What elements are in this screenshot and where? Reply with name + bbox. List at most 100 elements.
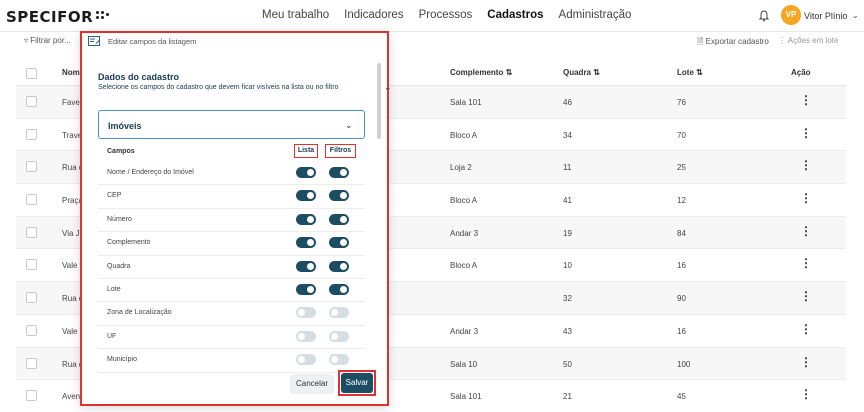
row-actions-icon[interactable]: ⋮ xyxy=(800,127,812,139)
field-label: Zona de Localização xyxy=(107,309,172,317)
bulk-actions-button[interactable]: ⋮ Ações em lote xyxy=(778,36,838,45)
lista-toggle[interactable] xyxy=(296,167,316,178)
row-checkbox[interactable] xyxy=(26,259,37,271)
cell-quadra: 41 xyxy=(563,196,572,206)
row-actions-icon[interactable]: ⋮ xyxy=(800,356,812,368)
cell-lote: 16 xyxy=(677,326,686,336)
cell-quadra: 46 xyxy=(563,98,572,107)
row-actions-icon[interactable]: ⋮ xyxy=(800,257,812,269)
field-row: Complemento xyxy=(98,232,365,256)
filtros-toggle[interactable] xyxy=(329,213,349,225)
cell-quadra: 10 xyxy=(563,261,572,271)
save-button-highlight: Salvar xyxy=(338,370,376,396)
cell-quadra: 43 xyxy=(563,326,572,336)
logo-mark-icon xyxy=(95,11,110,21)
row-actions-icon[interactable]: ⋮ xyxy=(800,323,812,335)
field-row: Quadra xyxy=(98,256,365,279)
edit-fields-modal: Editar campos da listagem Dados do cadas… xyxy=(80,31,392,406)
logo[interactable]: SPECIFOR xyxy=(6,8,110,26)
filtros-toggle[interactable] xyxy=(329,260,349,272)
nav-meu-trabalho[interactable]: Meu trabalho xyxy=(262,9,329,21)
row-checkbox[interactable] xyxy=(26,390,37,402)
filtros-toggle[interactable] xyxy=(329,237,349,249)
filtros-toggle[interactable] xyxy=(329,354,349,366)
toggle-knob xyxy=(331,332,338,340)
row-checkbox[interactable] xyxy=(26,226,37,238)
cancel-button[interactable]: Cancelar xyxy=(290,374,334,394)
filter-button[interactable]: ▿ Filtrar por... xyxy=(24,36,71,45)
cell-complemento: Loja 2 xyxy=(450,163,472,173)
toggle-knob xyxy=(331,356,338,364)
row-checkbox[interactable] xyxy=(26,292,37,304)
toggle-knob xyxy=(298,332,305,340)
col-acao: Ação xyxy=(791,68,811,77)
lista-toggle[interactable] xyxy=(296,213,316,225)
lista-toggle[interactable] xyxy=(296,284,316,295)
row-checkbox[interactable] xyxy=(26,161,37,173)
toggle-knob xyxy=(340,262,347,270)
cell-complemento: Bloco A xyxy=(450,196,478,206)
nav-processos[interactable]: Processos xyxy=(419,9,473,21)
save-button[interactable]: Salvar xyxy=(341,373,373,393)
filtros-toggle[interactable] xyxy=(329,330,349,342)
col-lote[interactable]: Lote ⇅ xyxy=(677,68,703,77)
row-checkbox[interactable] xyxy=(26,324,37,336)
logo-text: SPECIFOR xyxy=(6,8,94,26)
cell-complemento: Sala 101 xyxy=(450,98,482,107)
nav-indicadores[interactable]: Indicadores xyxy=(344,9,403,21)
chevron-down-icon[interactable]: ⌄ xyxy=(384,82,392,93)
cell-lote: 100 xyxy=(677,359,691,369)
row-actions-icon[interactable]: ⋮ xyxy=(800,192,812,204)
cell-complemento: Andar 3 xyxy=(450,228,479,238)
avatar[interactable]: VP xyxy=(781,5,801,25)
cell-quadra: 34 xyxy=(563,130,572,140)
row-actions-icon[interactable]: ⋮ xyxy=(800,225,812,237)
row-checkbox[interactable] xyxy=(26,194,37,206)
export-button[interactable]: 🗎 Exportar cadastro xyxy=(697,36,769,50)
toggle-knob xyxy=(307,192,314,200)
row-actions-icon[interactable]: ⋮ xyxy=(800,290,812,302)
cell-complemento: Bloco A xyxy=(450,261,478,271)
cell-lote: 45 xyxy=(677,392,686,402)
lista-toggle[interactable] xyxy=(296,190,316,202)
row-actions-icon[interactable]: ⋮ xyxy=(800,94,812,106)
modal-scrollbar[interactable] xyxy=(377,63,381,139)
section-title: Dados do cadastro xyxy=(98,72,180,82)
lista-toggle[interactable] xyxy=(296,354,316,366)
registry-select[interactable]: Imóveis ⌄ xyxy=(98,110,365,139)
filtros-toggle[interactable] xyxy=(329,167,349,178)
cell-complemento: Andar 3 xyxy=(450,326,479,336)
filtros-toggle[interactable] xyxy=(329,284,349,295)
chevron-down-icon[interactable]: ⌄ xyxy=(852,11,859,20)
field-label: Lote xyxy=(107,286,121,293)
row-checkbox[interactable] xyxy=(26,96,37,107)
nav-cadastros[interactable]: Cadastros xyxy=(487,9,543,21)
filtros-toggle[interactable] xyxy=(329,307,349,319)
field-label: Nome / Endereço do Imóvel xyxy=(107,169,194,176)
col-filtros: Filtros xyxy=(325,144,356,158)
cell-lote: 25 xyxy=(677,163,686,173)
lista-toggle[interactable] xyxy=(296,237,316,249)
row-checkbox[interactable] xyxy=(26,128,37,140)
field-row: Nome / Endereço do Imóvel xyxy=(98,162,365,186)
row-actions-icon[interactable]: ⋮ xyxy=(800,159,812,171)
col-quadra[interactable]: Quadra ⇅ xyxy=(563,68,600,77)
toggle-knob xyxy=(307,169,314,176)
col-complemento[interactable]: Complemento ⇅ xyxy=(450,68,512,77)
field-label: Município xyxy=(107,356,137,364)
nav-administracao[interactable]: Administração xyxy=(559,9,632,21)
select-all-checkbox[interactable] xyxy=(26,68,37,79)
cell-quadra: 11 xyxy=(563,163,572,173)
lista-toggle[interactable] xyxy=(296,260,316,272)
filtros-toggle[interactable] xyxy=(329,190,349,202)
chevron-down-icon: ⌄ xyxy=(345,120,353,130)
field-row: Número xyxy=(98,209,365,233)
row-checkbox[interactable] xyxy=(26,357,37,369)
toggle-knob xyxy=(307,239,314,247)
bell-icon[interactable] xyxy=(759,10,769,22)
lista-toggle[interactable] xyxy=(296,307,316,319)
user-name[interactable]: Vitor Plínio xyxy=(804,11,847,21)
row-actions-icon[interactable]: ⋮ xyxy=(800,388,812,400)
toggle-knob xyxy=(307,215,314,223)
lista-toggle[interactable] xyxy=(296,330,316,342)
